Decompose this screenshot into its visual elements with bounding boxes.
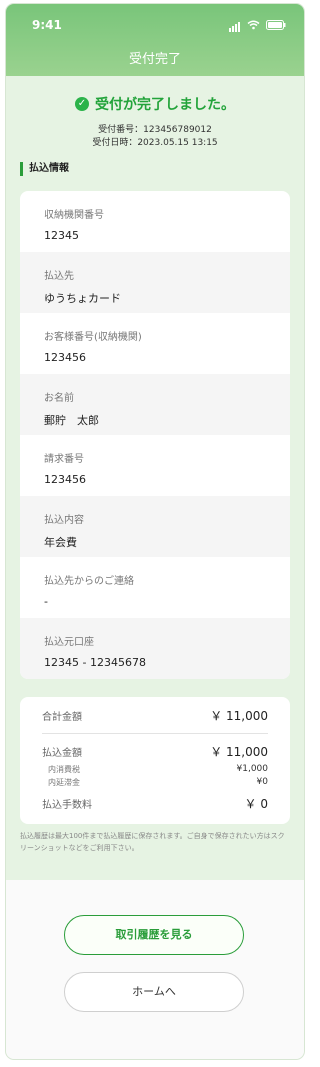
status-time: 9:41 [32, 18, 62, 32]
detail-row: お名前 郵貯 太郎 [20, 374, 290, 435]
signal-icon [229, 18, 241, 32]
payment-detail-card: 収納機関番号 12345 払込先 ゆうちょカード お客様番号(収納機関) 123456… [20, 191, 290, 679]
wifi-icon [247, 20, 260, 30]
status-bar: 9:41 [32, 16, 286, 34]
receipt-number: 受付番号：123456789012 [98, 125, 212, 135]
section-title: 払込情報 [20, 162, 304, 176]
view-history-button[interactable]: 取引履歴を見る [64, 915, 244, 955]
completion-message: ✓ 受付が完了しました。 [6, 94, 304, 114]
detail-row: お客様番号(収納機関) 123456 [44, 332, 142, 364]
home-button[interactable]: ホームへ [64, 972, 244, 1012]
detail-row: 払込先からのご連絡 - [44, 576, 134, 608]
check-circle-icon: ✓ [75, 97, 89, 111]
late-fee-row: 内延滞金 ¥0 [48, 777, 268, 787]
payment-amount-row: 払込金額 ￥ 11,000 [42, 745, 268, 759]
receipt-info: 受付番号：123456789012 受付日時：2023.05.15 13:15 [6, 124, 304, 150]
fee-row: 払込手数料 ￥ 0 [42, 797, 268, 811]
battery-icon [266, 20, 286, 30]
detail-row: 払込元口座 12345 - 12345678 [20, 618, 290, 679]
tax-row: 内消費税 ¥1,000 [48, 764, 268, 774]
footer-actions: 取引履歴を見る ホームへ [6, 880, 304, 1059]
detail-row: 請求番号 123456 [44, 454, 86, 486]
total-amount-row: 合計金額 ￥ 11,000 [42, 709, 268, 723]
history-note: 払込履歴は最大100件まで払込履歴に保存されます。ご自身で保存されたい方はスクリ… [20, 832, 285, 852]
phone-frame: 9:41 受付完了 ✓ 受付が完了しました。 受付番号：123456789012… [6, 4, 304, 1059]
receipt-datetime: 受付日時：2023.05.15 13:15 [92, 138, 218, 148]
divider [42, 733, 268, 734]
detail-row: 払込内容 年会費 [20, 496, 290, 557]
app-header: 9:41 受付完了 [6, 4, 304, 76]
detail-row: 収納機関番号 12345 [44, 210, 104, 242]
page-title: 受付完了 [128, 52, 181, 67]
amount-summary-card: 合計金額 ￥ 11,000 払込金額 ￥ 11,000 内消費税 ¥1,000 … [20, 697, 290, 824]
detail-row: 払込先 ゆうちょカード [20, 252, 290, 313]
